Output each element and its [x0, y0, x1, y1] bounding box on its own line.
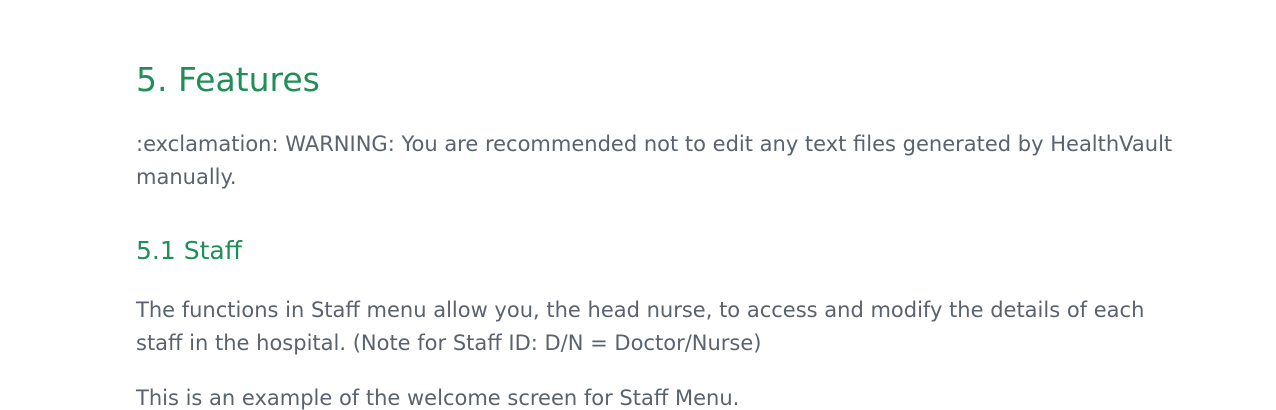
staff-example-paragraph: This is an example of the welcome screen…: [136, 386, 740, 410]
staff-description-paragraph: The functions in Staff menu allow you, t…: [136, 298, 1145, 355]
section-heading-features: 5. Features: [136, 60, 320, 99]
subsection-heading-staff: 5.1 Staff: [136, 236, 242, 265]
warning-paragraph: :exclamation: WARNING: You are recommend…: [136, 132, 1173, 189]
document-page: 5. Features :exclamation: WARNING: You a…: [0, 0, 1276, 410]
